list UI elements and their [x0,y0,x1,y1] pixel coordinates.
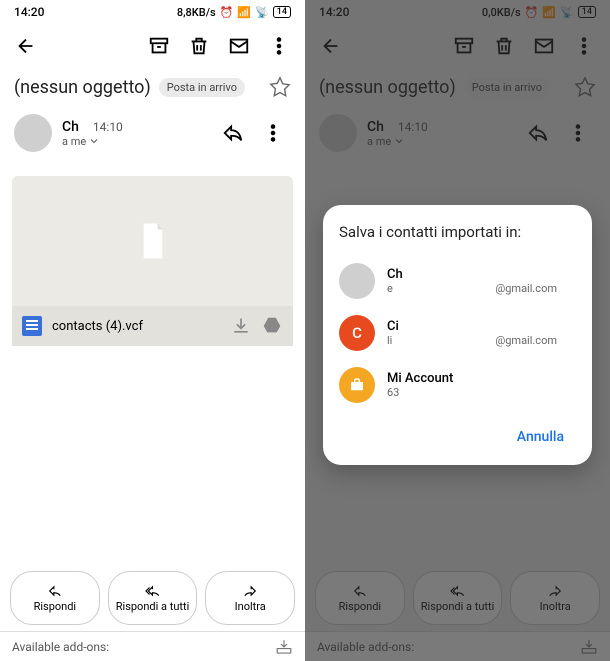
attachment-card[interactable]: contacts (4).vcf [12,176,293,346]
file-icon [139,223,167,259]
bottom-action-bar: Rispondi Rispondi a tutti Inoltra [0,571,305,625]
forward-icon [241,584,259,598]
signal-icon: 📶 [237,6,251,19]
account-option-2[interactable]: Mi Account 63 [339,359,576,411]
download-button[interactable] [231,316,251,336]
status-bar: 14:20 8,8KB/s ⏰ 📶 📡 14 [0,0,305,24]
status-time: 14:20 [14,5,44,19]
archive-button[interactable] [141,28,177,64]
reply-button[interactable]: Rispondi [10,571,100,625]
import-contacts-dialog: Salva i contatti importati in: Ch e@gmai… [323,205,592,465]
forward-button[interactable]: Inoltra [205,571,295,625]
alarm-icon: ⏰ [220,6,234,19]
account-avatar: C [339,315,375,351]
account-option-0[interactable]: Ch e@gmail.com [339,255,576,307]
drive-button[interactable] [261,315,283,337]
reply-icon [46,584,64,598]
attachment-filename: contacts (4).vcf [52,319,221,334]
mark-unread-button[interactable] [221,28,257,64]
account-name: Ci [387,319,576,334]
reply-icon-button[interactable] [215,115,251,151]
email-toolbar [0,24,305,68]
account-avatar [339,367,375,403]
account-option-1[interactable]: C Ci li@gmail.com [339,307,576,359]
vcf-file-icon [22,316,42,336]
addons-row[interactable]: Available add-ons: [0,631,305,661]
sender-time: 14:10 [93,120,123,134]
reply-all-button[interactable]: Rispondi a tutti [108,571,198,625]
subject-row: (nessun oggetto) Posta in arrivo [0,68,305,106]
sender-avatar[interactable] [14,114,52,152]
star-button[interactable] [269,76,291,98]
account-name: Mi Account [387,371,576,386]
sender-name: Ch [62,119,79,135]
recipient-toggle[interactable]: a me [62,135,205,148]
battery-icon: 14 [273,6,291,18]
attachment-preview [12,176,293,306]
folder-chip[interactable]: Posta in arrivo [159,78,245,97]
back-button[interactable] [8,28,44,64]
wifi-icon: 📡 [255,6,269,19]
dialog-title: Salva i contatti importati in: [339,223,576,241]
sender-row: Ch 14:10 a me [0,106,305,160]
message-more-button[interactable] [255,115,291,151]
briefcase-icon [348,376,366,394]
addons-icon [275,638,293,656]
status-net-speed: 8,8KB/s [177,6,216,19]
delete-button[interactable] [181,28,217,64]
account-avatar [339,263,375,299]
account-name: Ch [387,267,576,282]
dialog-cancel-button[interactable]: Annulla [505,421,576,453]
more-button[interactable] [261,28,297,64]
email-subject: (nessun oggetto) [14,77,151,98]
reply-all-icon [143,584,163,598]
chevron-down-icon [88,135,100,147]
